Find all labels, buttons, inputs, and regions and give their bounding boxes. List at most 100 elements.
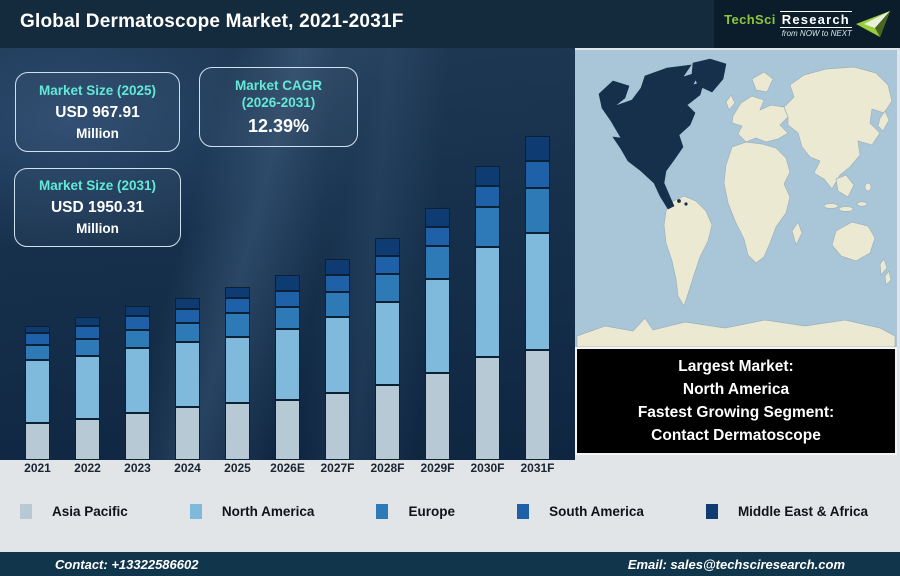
bar-segment-south-america xyxy=(275,291,300,307)
bar-segment-asia-pacific xyxy=(175,407,200,460)
bar-segment-north-america xyxy=(75,356,100,419)
bar-segment-europe xyxy=(525,188,550,233)
bar-segment-middle-east-africa xyxy=(125,306,150,316)
region-philippines xyxy=(864,182,872,192)
bar-segment-middle-east-africa xyxy=(425,208,450,227)
bar-segment-north-america xyxy=(25,360,50,423)
bar-2027F xyxy=(325,259,350,460)
chart-legend: Asia Pacific North America Europe South Ame… xyxy=(0,499,900,523)
bar-2026E xyxy=(275,275,300,460)
callout-largest-market-label: Largest Market: xyxy=(678,358,794,375)
legend-label: Middle East & Africa xyxy=(737,503,868,519)
bar-segment-middle-east-africa xyxy=(75,317,100,326)
bar-segment-asia-pacific xyxy=(525,350,550,460)
bar-segment-asia-pacific xyxy=(275,400,300,460)
x-axis-label-2029F: 2029F xyxy=(420,461,455,475)
bar-segment-middle-east-africa xyxy=(375,238,400,256)
region-indonesia xyxy=(838,206,854,212)
x-axis-label-2031F: 2031F xyxy=(520,461,555,475)
x-axis-label-2025: 2025 xyxy=(224,461,251,475)
stacked-bar-chart xyxy=(0,48,575,460)
bar-segment-south-america xyxy=(25,333,50,345)
footer-bar: Contact: +13322586602 Email: sales@techs… xyxy=(0,552,900,576)
bar-segment-asia-pacific xyxy=(475,357,500,460)
bar-segment-europe xyxy=(325,292,350,317)
x-axis-label-2021: 2021 xyxy=(24,461,51,475)
legend-swatch xyxy=(20,503,32,519)
x-axis-label-2028F: 2028F xyxy=(370,461,405,475)
bar-segment-europe xyxy=(275,307,300,329)
bar-2025 xyxy=(225,287,250,460)
bar-2028F xyxy=(375,238,400,460)
legend-label: Europe xyxy=(408,503,455,519)
callout-fastest-segment-value: Contact Dermatoscope xyxy=(651,427,821,444)
region-indonesia xyxy=(823,203,839,209)
bar-segment-europe xyxy=(225,313,250,337)
legend-swatch xyxy=(517,503,530,519)
bar-segment-middle-east-africa xyxy=(275,275,300,291)
callout-largest-market-value: North America xyxy=(682,381,790,398)
bar-segment-middle-east-africa xyxy=(175,298,200,309)
bar-segment-south-america xyxy=(375,256,400,274)
world-map xyxy=(575,50,897,347)
techsci-logo: TechSci Research from NOW to NEXT xyxy=(714,0,900,48)
page-title: Global Dermatoscope Market, 2021-2031F xyxy=(20,11,404,32)
bar-2031F xyxy=(525,136,550,460)
header-bar: Global Dermatoscope Market, 2021-2031F T… xyxy=(0,0,900,48)
bar-2022 xyxy=(75,317,100,460)
bar-segment-asia-pacific xyxy=(375,385,400,460)
legend-label: South America xyxy=(549,503,644,519)
bar-2030F xyxy=(475,166,500,460)
bar-2023 xyxy=(125,306,150,460)
bar-segment-middle-east-africa xyxy=(525,136,550,161)
bar-segment-middle-east-africa xyxy=(475,166,500,186)
legend-swatch xyxy=(189,503,202,519)
bar-segment-north-america xyxy=(125,348,150,413)
x-axis-label-2024: 2024 xyxy=(174,461,201,475)
bar-segment-europe xyxy=(475,207,500,247)
x-axis-label-2030F: 2030F xyxy=(470,461,505,475)
legend-item-europe: Europe xyxy=(376,503,455,519)
logo-brand-primary: TechSci xyxy=(724,11,776,27)
footer-email: Email: sales@techsciresearch.com xyxy=(627,556,845,572)
callout-box: Largest Market: North America Fastest Gr… xyxy=(575,347,897,455)
x-axis-label-2023: 2023 xyxy=(124,461,151,475)
bar-segment-asia-pacific xyxy=(75,419,100,460)
footer-contact: Contact: +13322586602 xyxy=(55,556,199,572)
callout-fastest-segment-label: Fastest Growing Segment: xyxy=(637,404,835,421)
bar-segment-asia-pacific xyxy=(225,403,250,460)
bar-segment-europe xyxy=(375,274,400,302)
bar-segment-north-america xyxy=(425,279,450,373)
bar-segment-south-america xyxy=(425,227,450,246)
bar-segment-middle-east-africa xyxy=(325,259,350,275)
bar-segment-middle-east-africa xyxy=(25,326,50,333)
bar-2024 xyxy=(175,298,200,460)
bar-segment-north-america xyxy=(275,329,300,400)
bar-2029F xyxy=(425,208,450,460)
legend-item-south-america: South America xyxy=(517,503,644,519)
bar-segment-south-america xyxy=(475,186,500,207)
bar-segment-asia-pacific xyxy=(325,393,350,460)
bar-segment-south-america xyxy=(325,275,350,292)
legend-item-asia-pacific: Asia Pacific xyxy=(20,503,128,519)
legend-item-middle-east-africa: Middle East & Africa xyxy=(705,503,868,519)
bar-segment-south-america xyxy=(175,309,200,323)
x-axis-labels: 2021 2022 2023 2024 2025 2026E 2027F 2028F 2029F… xyxy=(0,461,575,481)
bar-segment-north-america xyxy=(325,317,350,393)
legend-swatch xyxy=(376,503,389,519)
bar-segment-north-america xyxy=(175,342,200,407)
bar-2021 xyxy=(25,326,50,460)
chart-panel: Market Size (2025) USD 967.91 Million Ma… xyxy=(0,48,575,460)
bar-segment-asia-pacific xyxy=(25,423,50,460)
logo-brand-secondary: Research xyxy=(779,10,852,28)
bar-segment-europe xyxy=(125,330,150,348)
x-axis-label-2022: 2022 xyxy=(74,461,101,475)
bar-segment-europe xyxy=(25,345,50,360)
bar-segment-europe xyxy=(75,339,100,356)
bar-segment-south-america xyxy=(525,161,550,188)
bar-segment-europe xyxy=(175,323,200,342)
bar-segment-south-america xyxy=(125,316,150,330)
bar-segment-north-america xyxy=(525,233,550,350)
legend-label: North America xyxy=(221,503,315,519)
region-indonesia xyxy=(856,201,868,207)
